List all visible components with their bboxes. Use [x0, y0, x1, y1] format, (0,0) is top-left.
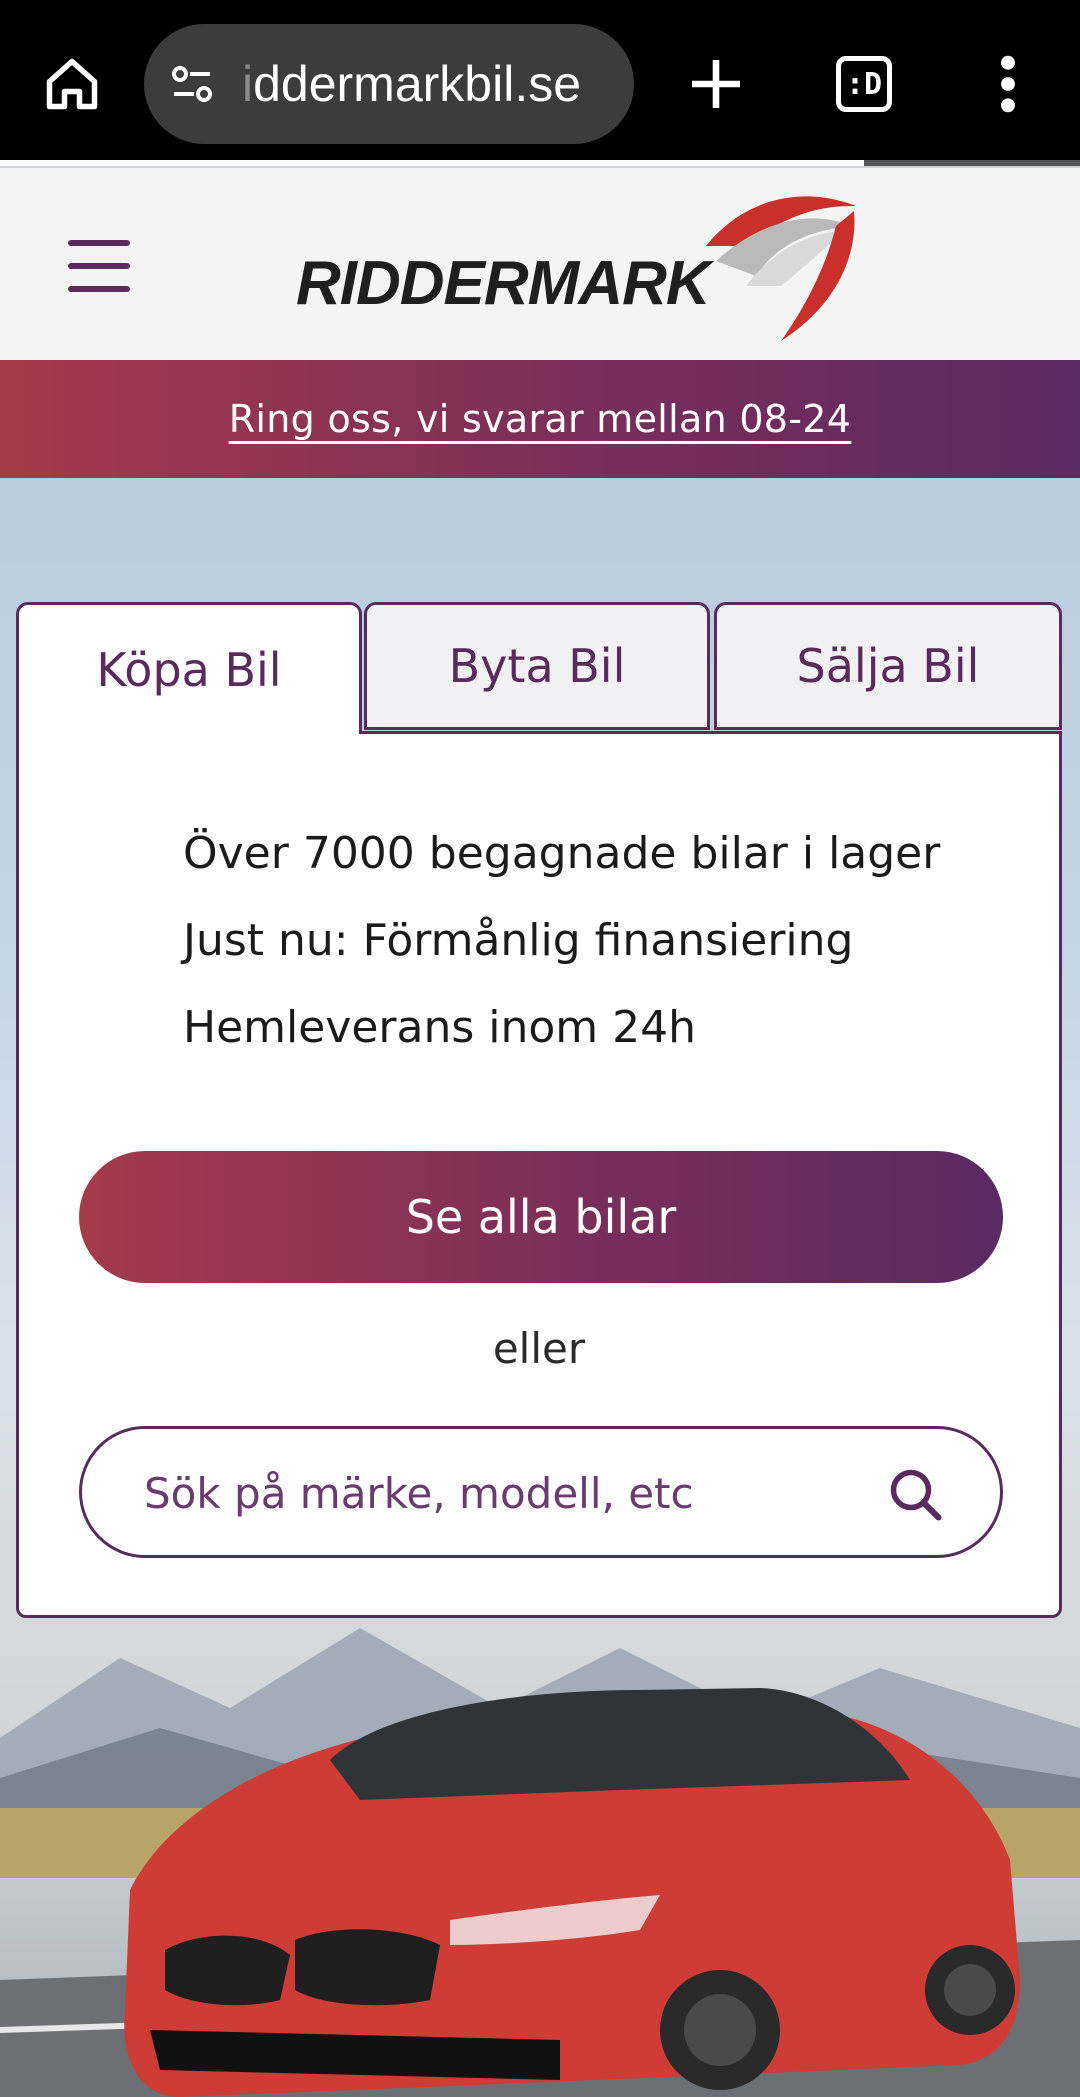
tab-salja-bil[interactable]: Sälja Bil [714, 602, 1062, 730]
buy-car-panel: Över 7000 begagnade bilar i lager Just n… [16, 731, 1062, 1618]
search-input[interactable] [142, 1459, 846, 1527]
call-us-link[interactable]: Ring oss, vi svarar mellan 08-24 [229, 397, 852, 441]
tune-icon[interactable] [168, 60, 216, 108]
page-load-progress [0, 160, 864, 166]
home-icon[interactable] [36, 48, 108, 120]
tab-kopa-bil[interactable]: Köpa Bil [16, 602, 362, 734]
address-bar[interactable]: iddermarkbil.se [144, 24, 634, 144]
logo-text: RIDDERMARK [296, 249, 711, 318]
browser-toolbar: iddermarkbil.se :D [0, 0, 1080, 166]
feature-item: Över 7000 begagnade bilar i lager [183, 828, 941, 879]
search-icon[interactable] [886, 1465, 946, 1525]
logo-swoosh-icon [706, 196, 856, 341]
hamburger-icon[interactable] [68, 240, 130, 292]
url-text[interactable]: iddermarkbil.se [242, 46, 612, 122]
plus-icon[interactable] [680, 48, 752, 120]
feature-item: Just nu: Förmånlig finansiering [183, 915, 854, 966]
more-vert-icon[interactable] [990, 52, 1026, 116]
search-field[interactable] [79, 1426, 1003, 1558]
site-header: RIDDERMARK [0, 168, 1080, 360]
tab-switcher-icon[interactable]: :D [836, 56, 892, 112]
logo[interactable]: RIDDERMARK [296, 186, 876, 348]
red-car-image [0, 1688, 1080, 2097]
see-all-cars-button[interactable]: Se alla bilar [79, 1151, 1003, 1283]
feature-item: Hemleverans inom 24h [183, 1002, 697, 1053]
tab-byta-bil[interactable]: Byta Bil [364, 602, 710, 730]
or-separator: eller [492, 1324, 586, 1373]
call-us-banner: Ring oss, vi svarar mellan 08-24 [0, 360, 1080, 478]
feature-list: Över 7000 begagnade bilar i lager Just n… [183, 824, 940, 1085]
